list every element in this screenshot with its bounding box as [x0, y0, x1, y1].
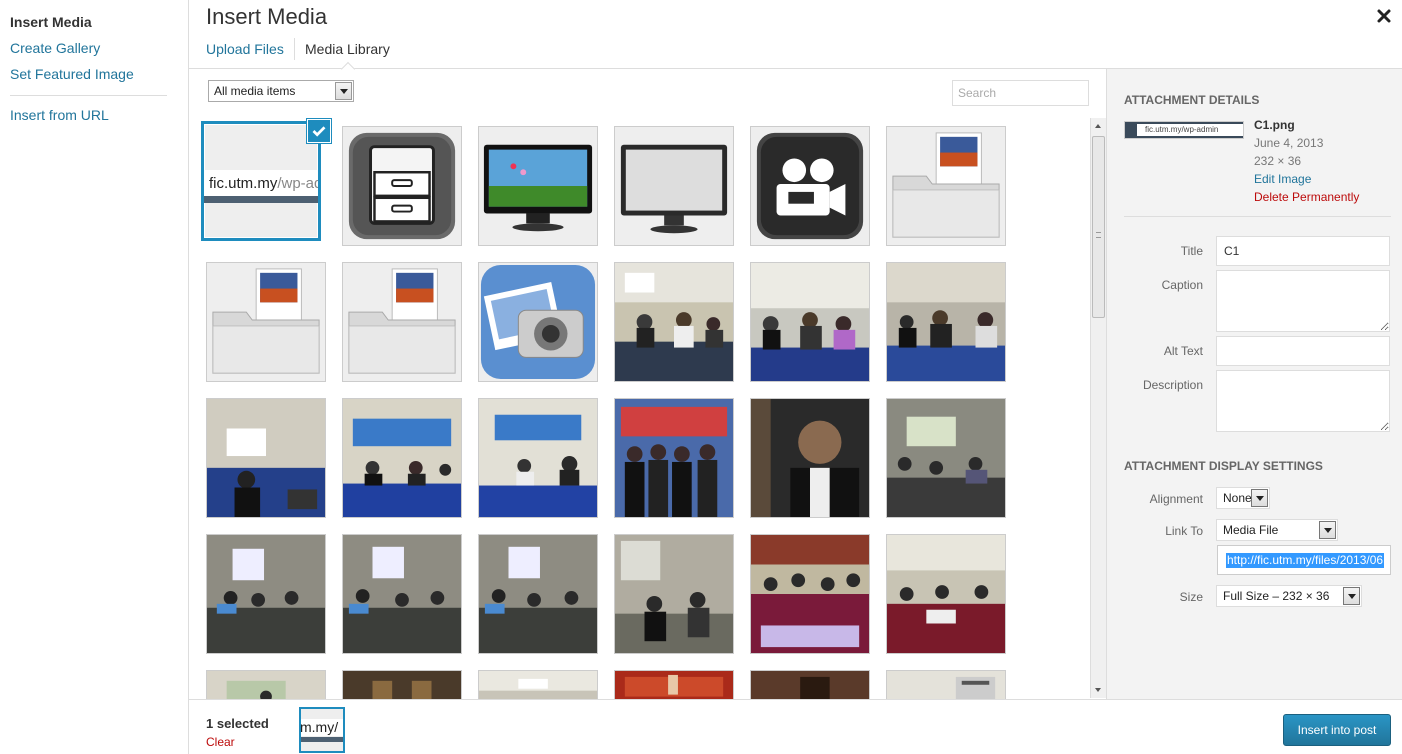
size-select[interactable]: Full Size – 232 × 36	[1216, 585, 1362, 607]
chevron-down-icon	[1251, 489, 1268, 507]
check-icon[interactable]	[307, 119, 331, 143]
media-modal: Insert Media Create Gallery Set Featured…	[0, 0, 1402, 754]
link-url-field[interactable]: http://fic.utm.my/files/2013/06	[1217, 545, 1391, 575]
monitor-blank-icon[interactable]	[614, 126, 734, 246]
menu-item-create-gallery[interactable]: Create Gallery	[0, 39, 188, 65]
chevron-down-icon	[1319, 521, 1336, 539]
menu-item-insert-from-url[interactable]: Insert from URL	[0, 106, 188, 132]
page-title: Insert Media	[206, 4, 328, 29]
meeting-photo[interactable]	[614, 262, 734, 382]
media-filter-value: All media items	[214, 84, 296, 98]
meeting-photo[interactable]	[478, 670, 598, 700]
size-value: Full Size – 232 × 36	[1223, 589, 1330, 603]
attachment-filename: C1.png	[1254, 118, 1295, 132]
tab-separator	[294, 38, 295, 60]
photo-folder-icon[interactable]	[342, 262, 462, 382]
link-to-select[interactable]: Media File	[1216, 519, 1338, 541]
delete-permanently-link[interactable]: Delete Permanently	[1254, 188, 1359, 206]
details-divider	[1124, 216, 1391, 217]
group-photo[interactable]	[614, 398, 734, 518]
description-field[interactable]	[1216, 370, 1390, 432]
portrait-photo[interactable]	[750, 398, 870, 518]
media-filter-select[interactable]: All media items	[208, 80, 354, 102]
meeting-photo[interactable]	[614, 534, 734, 654]
monitor-landscape-icon[interactable]	[478, 126, 598, 246]
meeting-photo[interactable]	[750, 262, 870, 382]
meeting-photo[interactable]	[478, 398, 598, 518]
attachment-thumbnail-text: fic.utm.my/wp-admin	[1137, 124, 1243, 136]
meeting-photo[interactable]	[206, 670, 326, 700]
attachment-tile-selected[interactable]: fic.utm.my/wp-ad	[201, 121, 321, 241]
link-url-value: http://fic.utm.my/files/2013/06	[1226, 553, 1385, 568]
close-icon[interactable]	[1374, 6, 1394, 26]
mini-thumbnail-text: m.my/	[301, 719, 343, 736]
meeting-photo[interactable]	[206, 398, 326, 518]
mini-thumbnail-bar	[301, 737, 343, 742]
meeting-photo[interactable]	[750, 670, 870, 700]
caption-label: Caption	[1161, 278, 1203, 292]
thumbnail-bar	[204, 196, 318, 203]
attachment-dimensions: 232 × 36	[1254, 154, 1302, 168]
search-input[interactable]	[952, 80, 1089, 106]
alignment-select[interactable]: None	[1216, 487, 1270, 509]
photo-folder-icon[interactable]	[206, 262, 326, 382]
meeting-photo[interactable]	[614, 670, 734, 700]
menu-separator	[10, 95, 167, 96]
chevron-down-icon	[335, 82, 352, 100]
meeting-photo[interactable]	[342, 670, 462, 700]
description-label: Description	[1142, 378, 1203, 392]
alt-text-field[interactable]	[1216, 336, 1390, 366]
media-menu: Insert Media Create Gallery Set Featured…	[0, 0, 189, 754]
meeting-photo[interactable]	[886, 398, 1006, 518]
meeting-photo[interactable]	[886, 534, 1006, 654]
attachment-sidebar: Attachment Details fic.utm.my/wp-admin C…	[1106, 69, 1402, 699]
thumbnail-url-text: fic.utm.my	[209, 175, 278, 192]
caption-field[interactable]	[1216, 270, 1390, 332]
photo-folder-icon[interactable]	[886, 126, 1006, 246]
chevron-down-icon	[1343, 587, 1360, 605]
meeting-photo[interactable]	[886, 670, 1006, 700]
attachments-grid: fic.utm.my/wp-ad	[200, 120, 1090, 700]
tab-media-library[interactable]: Media Library	[305, 40, 390, 58]
meeting-photo[interactable]	[478, 534, 598, 654]
grip-icon	[1096, 232, 1101, 238]
media-router: Upload Files Media Library	[189, 36, 1402, 77]
link-to-value: Media File	[1223, 523, 1279, 537]
active-tab-pointer	[340, 61, 356, 77]
grid-scrollbar[interactable]	[1090, 118, 1106, 698]
video-camera-icon[interactable]	[750, 126, 870, 246]
attachment-thumbnail: fic.utm.my/wp-admin	[1124, 121, 1244, 139]
menu-item-set-featured-image[interactable]: Set Featured Image	[0, 65, 188, 91]
size-label: Size	[1179, 590, 1203, 604]
meeting-photo[interactable]	[886, 262, 1006, 382]
bottom-toolbar: 1 selected Clear m.my/ Insert into post	[189, 699, 1402, 754]
tab-upload-files[interactable]: Upload Files	[206, 40, 284, 58]
alt-text-label: Alt Text	[1163, 344, 1203, 358]
meeting-photo[interactable]	[342, 398, 462, 518]
attachment-details-heading: Attachment Details	[1124, 93, 1260, 107]
scroll-up-icon[interactable]	[1095, 124, 1101, 128]
scrollbar-thumb[interactable]	[1092, 136, 1105, 318]
title-field[interactable]	[1216, 236, 1390, 266]
alignment-label: Alignment	[1149, 492, 1203, 506]
clear-selection-link[interactable]: Clear	[206, 735, 235, 749]
alignment-value: None	[1223, 491, 1252, 505]
meeting-photo[interactable]	[206, 534, 326, 654]
title-label: Title	[1180, 244, 1203, 258]
selected-attachment-thumbnail[interactable]: m.my/	[299, 707, 345, 753]
attachment-date: June 4, 2013	[1254, 136, 1324, 150]
meeting-photo[interactable]	[342, 534, 462, 654]
file-cabinet-icon[interactable]	[342, 126, 462, 246]
banquet-photo[interactable]	[750, 534, 870, 654]
thumbnail-url-path: /wp-ad	[277, 175, 321, 192]
menu-item-insert-media[interactable]: Insert Media	[0, 13, 188, 39]
link-to-label: Link To	[1165, 524, 1203, 538]
photo-camera-app-icon[interactable]	[478, 262, 598, 382]
selection-count: 1 selected	[206, 716, 269, 731]
display-settings-heading: Attachment Display Settings	[1124, 459, 1323, 473]
scroll-down-icon[interactable]	[1095, 688, 1101, 692]
edit-image-link[interactable]: Edit Image	[1254, 170, 1311, 188]
insert-into-post-button[interactable]: Insert into post	[1283, 714, 1391, 746]
